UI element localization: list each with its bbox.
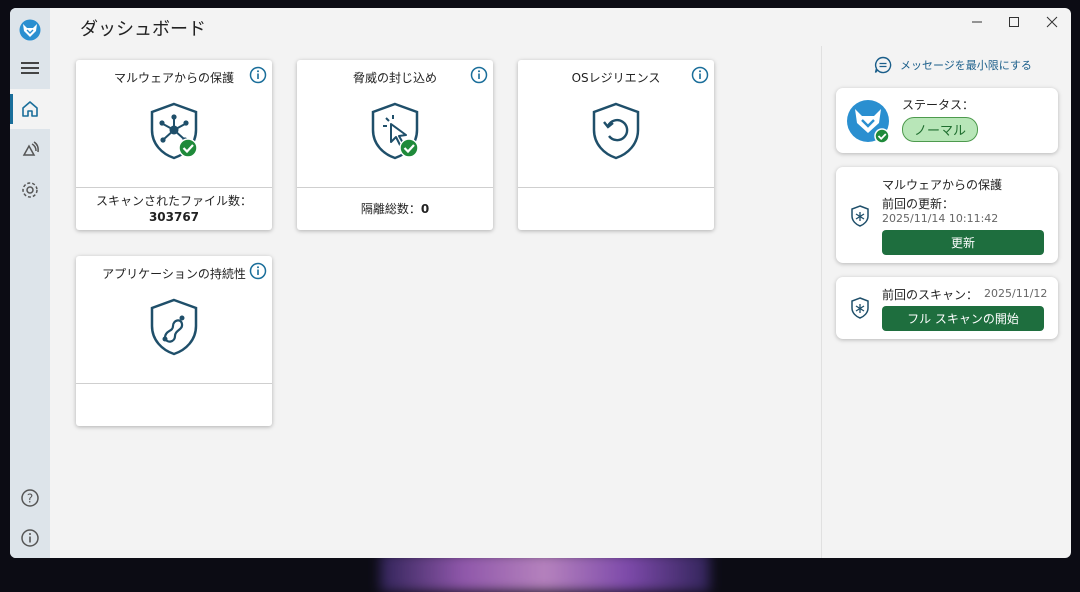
chat-icon — [874, 56, 892, 74]
fox-status-icon — [847, 100, 890, 143]
shield-bug-icon — [851, 297, 869, 319]
info-icon[interactable] — [470, 66, 488, 84]
info-icon[interactable] — [691, 66, 709, 84]
minimize-window-button[interactable] — [964, 12, 990, 32]
home-icon — [22, 101, 38, 117]
os-resilience-card[interactable]: OSレジリエンス — [518, 60, 714, 230]
help-button[interactable]: ? — [10, 478, 50, 518]
malware-protection-title: マルウェアからの保護 — [882, 178, 1003, 192]
page-title: ダッシュボード — [80, 19, 206, 40]
app-persistence-card[interactable]: アプリケーションの持続性 — [76, 256, 272, 426]
fox-logo-icon — [19, 19, 41, 41]
card-divider — [518, 187, 714, 188]
close-window-button[interactable] — [1039, 12, 1065, 32]
nav-threats[interactable] — [10, 130, 50, 170]
card-title: 脅威の封じ込め — [352, 71, 437, 85]
minimize-messages-label: メッセージを最小限にする — [900, 59, 1032, 72]
question-icon: ? — [21, 489, 39, 507]
scanned-files-label: スキャンされたファイル数： — [95, 194, 252, 208]
shield-link-icon — [150, 298, 198, 356]
close-icon — [1046, 16, 1058, 28]
hamburger-icon — [21, 62, 39, 74]
sidebar: ? — [10, 8, 50, 558]
card-title: マルウェアからの保護 — [113, 71, 234, 85]
card-divider — [297, 187, 493, 188]
scanned-files-value: 303767 — [148, 210, 200, 224]
app-logo — [10, 10, 50, 50]
right-panel-divider — [821, 46, 822, 558]
nav-settings[interactable] — [10, 170, 50, 210]
menu-button[interactable] — [10, 48, 50, 88]
gear-icon — [22, 182, 38, 198]
bug-alert-icon — [22, 141, 39, 156]
desktop-glow — [380, 552, 710, 592]
quarantine-label: 隔離総数： — [360, 202, 421, 216]
maximize-icon — [1009, 17, 1019, 27]
info-icon[interactable] — [249, 262, 267, 280]
shield-cursor-icon — [371, 102, 419, 160]
last-scan-value: 2025/11/12 — [984, 287, 1048, 300]
nav-home[interactable] — [10, 89, 50, 129]
card-title: OSレジリエンス — [571, 71, 661, 85]
shield-bug-icon — [851, 205, 869, 227]
info-icon — [21, 529, 39, 547]
threat-containment-card[interactable]: 脅威の封じ込め 隔離総数：0 — [297, 60, 493, 230]
app-window: ? ダッシュボード マルウェアからの保護 スキャンされたファイル数： 30376… — [10, 8, 1071, 558]
minimize-icon — [972, 21, 982, 23]
status-label: ステータス： — [902, 98, 975, 112]
info-icon[interactable] — [249, 66, 267, 84]
last-update-label: 前回の更新： — [882, 197, 955, 211]
maximize-window-button[interactable] — [1001, 12, 1027, 32]
card-title: アプリケーションの持続性 — [102, 267, 246, 281]
full-scan-button[interactable]: フル スキャンの開始 — [882, 306, 1044, 331]
quarantine-value: 0 — [420, 202, 430, 216]
malware-protection-card[interactable]: マルウェアからの保護 スキャンされたファイル数： 303767 — [76, 60, 272, 230]
quarantine-stat: 隔離総数：0 — [297, 201, 493, 217]
malware-update-card: マルウェアからの保護 前回の更新： 2025/11/14 10:11:42 更新 — [836, 167, 1058, 263]
card-divider — [76, 383, 272, 384]
status-card: ステータス： ノーマル — [836, 88, 1058, 153]
last-update-value: 2025/11/14 10:11:42 — [882, 212, 999, 225]
card-divider — [76, 187, 272, 188]
shield-restore-icon — [592, 102, 640, 160]
last-scan-label: 前回のスキャン： — [882, 288, 979, 302]
status-badge: ノーマル — [902, 117, 978, 142]
update-button[interactable]: 更新 — [882, 230, 1044, 255]
minimize-messages-link[interactable]: メッセージを最小限にする — [874, 56, 1032, 74]
shield-network-icon — [150, 102, 198, 160]
scan-card: 前回のスキャン： 2025/11/12 フル スキャンの開始 — [836, 277, 1058, 339]
svg-text:?: ? — [27, 492, 33, 506]
scanned-files-stat: スキャンされたファイル数： 303767 — [76, 193, 272, 225]
about-button[interactable] — [10, 518, 50, 558]
